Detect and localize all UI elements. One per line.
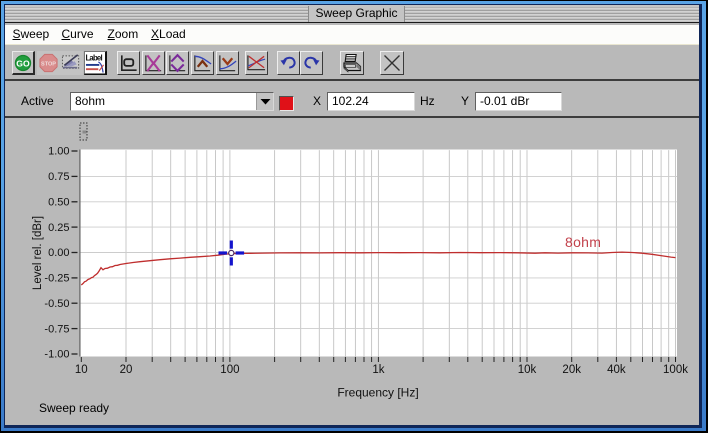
svg-text:20k: 20k: [562, 364, 581, 376]
svg-text:Frequency [Hz]: Frequency [Hz]: [337, 386, 418, 400]
svg-text:0.00: 0.00: [48, 247, 69, 259]
svg-text:10: 10: [75, 364, 88, 376]
svg-text:1.00: 1.00: [48, 146, 69, 158]
svg-text:-0.50: -0.50: [44, 298, 69, 310]
svg-text:10k: 10k: [518, 364, 537, 376]
svg-text:8ohm: 8ohm: [565, 234, 601, 250]
svg-text:-0.75: -0.75: [44, 323, 69, 335]
svg-text:0.25: 0.25: [48, 222, 69, 234]
svg-text:-1.00: -1.00: [44, 349, 69, 361]
svg-text:Level rel. [dBr]: Level rel. [dBr]: [32, 216, 44, 290]
svg-text:0.75: 0.75: [48, 171, 69, 183]
svg-text:1k: 1k: [372, 364, 384, 376]
svg-text:100: 100: [220, 364, 239, 376]
svg-text:-0.25: -0.25: [44, 273, 69, 285]
svg-text:20: 20: [120, 364, 133, 376]
svg-text:0.50: 0.50: [48, 196, 69, 208]
svg-text:100k: 100k: [663, 364, 688, 376]
svg-text:40k: 40k: [607, 364, 626, 376]
